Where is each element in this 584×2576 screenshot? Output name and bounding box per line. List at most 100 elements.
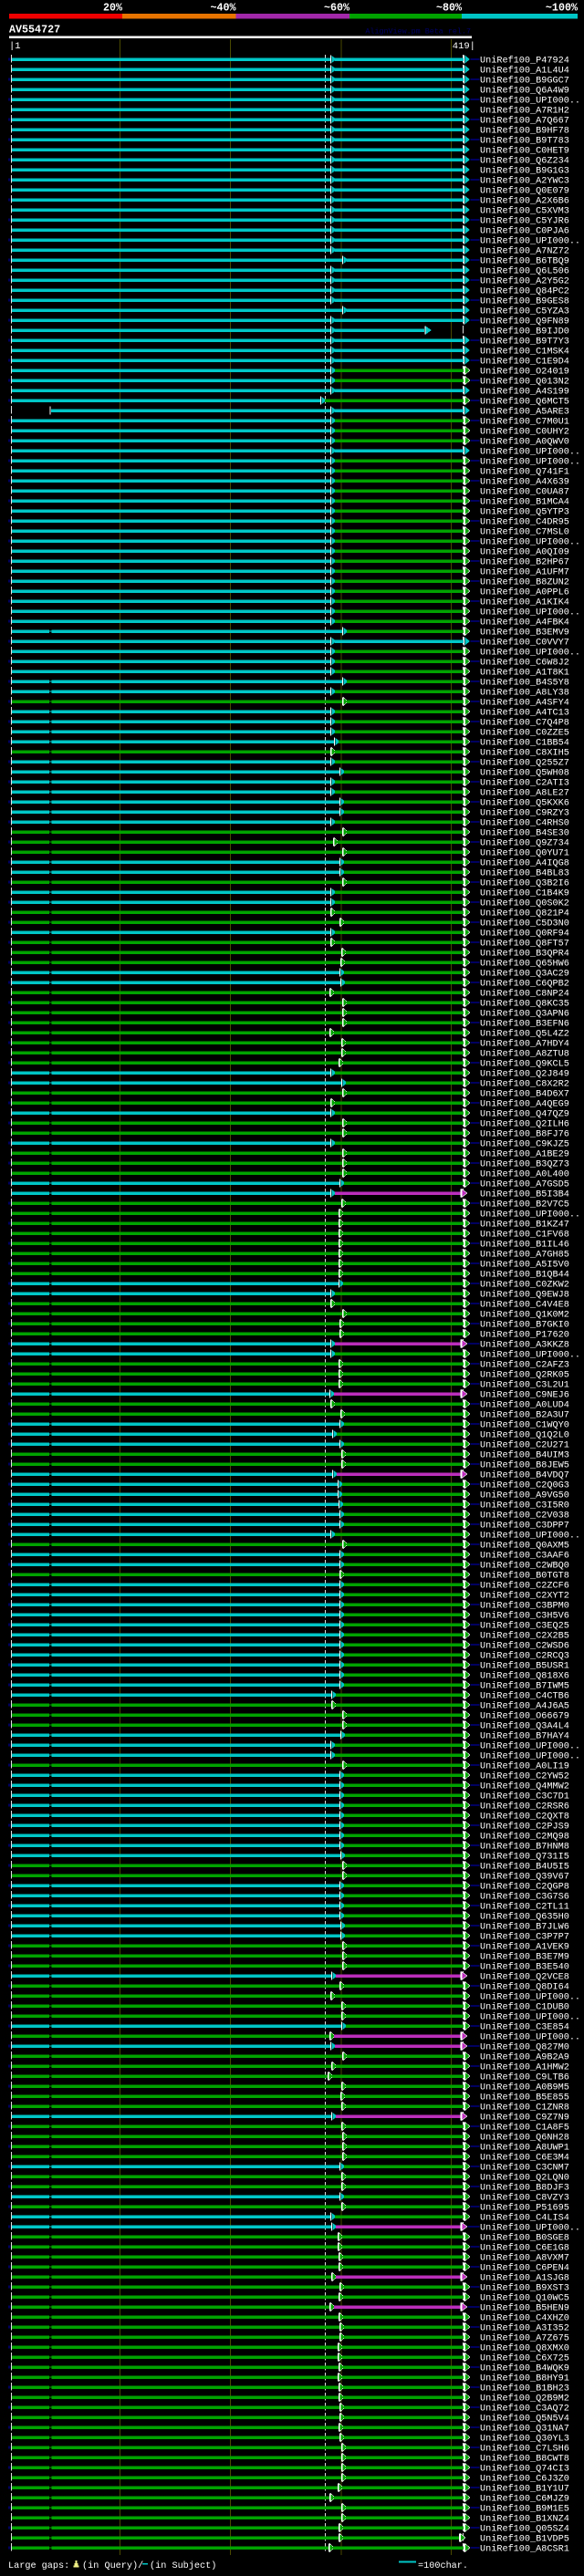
svg-text:UniRef100_A7R1H2: UniRef100_A7R1H2 [480,106,569,117]
svg-text:UniRef100_A2YWC3: UniRef100_A2YWC3 [480,176,569,187]
svg-text:UniRef100_Q2RK05: UniRef100_Q2RK05 [480,1370,569,1381]
svg-text:UniRef100_Q0S0K2: UniRef100_Q0S0K2 [480,898,569,909]
svg-text:UniRef100_C0UA87: UniRef100_C0UA87 [480,487,569,498]
svg-text:UniRef100_B4SE30: UniRef100_B4SE30 [480,828,569,839]
svg-text:Large gaps:: Large gaps: [8,2561,69,2571]
svg-text:UniRef100_B8HY91: UniRef100_B8HY91 [480,2373,569,2384]
svg-text:UniRef100_C9Z7N9: UniRef100_C9Z7N9 [480,2113,569,2124]
svg-text:UniRef100_Q84PC2: UniRef100_Q84PC2 [480,286,569,297]
svg-text:UniRef100_B1VDP5: UniRef100_B1VDP5 [480,2534,569,2545]
svg-text:UniRef100_B3E7M9: UniRef100_B3E7M9 [480,1952,569,1963]
svg-text:UniRef100_UPI000..: UniRef100_UPI000.. [480,1350,580,1361]
svg-text:UniRef100_A4FBK4: UniRef100_A4FBK4 [480,618,569,628]
svg-text:UniRef100_UPI000..: UniRef100_UPI000.. [480,1531,580,1542]
svg-text:UniRef100_A8LE27: UniRef100_A8LE27 [480,788,569,799]
svg-text:UniRef100_C2Q0G3: UniRef100_C2Q0G3 [480,1480,569,1491]
svg-text:UniRef100_C2ZCF6: UniRef100_C2ZCF6 [480,1581,569,1592]
svg-text:UniRef100_C3EQ25: UniRef100_C3EQ25 [480,1621,569,1632]
svg-text:UniRef100_C1WQY0: UniRef100_C1WQY0 [480,1420,569,1431]
svg-text:UniRef100_B6TBQ9: UniRef100_B6TBQ9 [480,256,569,267]
svg-text:UniRef100_C6QPB2: UniRef100_C6QPB2 [480,979,569,990]
svg-text:UniRef100_Q05SZ4: UniRef100_Q05SZ4 [480,2524,569,2535]
svg-text:UniRef100_B9T7Y3: UniRef100_B9T7Y3 [480,337,569,348]
svg-text:UniRef100_Q65HW6: UniRef100_Q65HW6 [480,959,569,970]
svg-text:UniRef100_C3E854: UniRef100_C3E854 [480,2022,569,2033]
svg-text:UniRef100_C2TL11: UniRef100_C2TL11 [480,1902,569,1913]
svg-text:UniRef100_A7HDY4: UniRef100_A7HDY4 [480,1039,569,1050]
svg-text:UniRef100_A1UFM7: UniRef100_A1UFM7 [480,567,569,578]
svg-text:UniRef100_B7IWM5: UniRef100_B7IWM5 [480,1681,569,1692]
svg-text:UniRef100_UPI000..: UniRef100_UPI000.. [480,648,580,659]
svg-text:UniRef100_A4S199: UniRef100_A4S199 [480,387,569,398]
svg-text:AlignView.pm Beta rel.7: AlignView.pm Beta rel.7 [365,27,471,36]
svg-text:UniRef100_A8LY38: UniRef100_A8LY38 [480,688,569,699]
svg-text:UniRef100_C6W8J2: UniRef100_C6W8J2 [480,658,569,669]
svg-text:UniRef100_Q4MMW2: UniRef100_Q4MMW2 [480,1781,569,1792]
svg-text:UniRef100_C8NP24: UniRef100_C8NP24 [480,989,569,1000]
svg-text:UniRef100_C6MJZ9: UniRef100_C6MJZ9 [480,2494,569,2505]
svg-text:UniRef100_C3DPP7: UniRef100_C3DPP7 [480,1521,569,1532]
svg-text:UniRef100_Q1K0M2: UniRef100_Q1K0M2 [480,1310,569,1321]
svg-text:UniRef100_A3I352: UniRef100_A3I352 [480,2323,569,2334]
svg-text:UniRef100_B9IJD0: UniRef100_B9IJD0 [480,327,569,338]
svg-text:UniRef100_Q9Z734: UniRef100_Q9Z734 [480,838,569,849]
svg-text:UniRef100_B9T783: UniRef100_B9T783 [480,136,569,147]
svg-text:UniRef100_A4J6A5: UniRef100_A4J6A5 [480,1701,569,1712]
svg-text:UniRef100_Q8KC35: UniRef100_Q8KC35 [480,999,569,1010]
svg-text:UniRef100_C3L2U1: UniRef100_C3L2U1 [480,1380,569,1391]
svg-text:UniRef100_B4UIM3: UniRef100_B4UIM3 [480,1450,569,1461]
svg-text:UniRef100_C5XVM3: UniRef100_C5XVM3 [480,206,569,217]
svg-text:UniRef100_B1KZ47: UniRef100_B1KZ47 [480,1220,569,1231]
svg-text:UniRef100_A1SJG8: UniRef100_A1SJG8 [480,2273,569,2284]
svg-text:20%: 20% [103,2,123,15]
svg-text:UniRef100_UPI000..: UniRef100_UPI000.. [480,457,580,468]
svg-text:UniRef100_Q821P4: UniRef100_Q821P4 [480,909,569,919]
svg-text:UniRef100_C1ZNR8: UniRef100_C1ZNR8 [480,2103,569,2114]
svg-text:UniRef100_C2AFZ3: UniRef100_C2AFZ3 [480,1360,569,1371]
svg-text:UniRef100_B3EFN6: UniRef100_B3EFN6 [480,1019,569,1030]
svg-text:UniRef100_C5D3N0: UniRef100_C5D3N0 [480,919,569,930]
svg-text:UniRef100_C1BB54: UniRef100_C1BB54 [480,738,569,749]
svg-text:UniRef100_C1MSK4: UniRef100_C1MSK4 [480,347,569,358]
svg-text:UniRef100_C7M0U1: UniRef100_C7M0U1 [480,417,569,428]
svg-text:UniRef100_A1HMW2: UniRef100_A1HMW2 [480,2062,569,2073]
svg-text:UniRef100_A0B9M5: UniRef100_A0B9M5 [480,2083,569,2093]
svg-text:UniRef100_C7MSL0: UniRef100_C7MSL0 [480,527,569,538]
svg-text:UniRef100_P47924: UniRef100_P47924 [480,56,569,67]
svg-text:UniRef100_C7Q4P8: UniRef100_C7Q4P8 [480,718,569,729]
svg-text:UniRef100_Q8FT57: UniRef100_Q8FT57 [480,939,569,950]
svg-text:UniRef100_Q013N2: UniRef100_Q013N2 [480,377,569,388]
svg-text:UniRef100_Q10WC5: UniRef100_Q10WC5 [480,2293,569,2304]
svg-text:UniRef100_Q30YL3: UniRef100_Q30YL3 [480,2434,569,2445]
svg-text:UniRef100_A9B2A9: UniRef100_A9B2A9 [480,2052,569,2063]
svg-text:UniRef100_Q8DI64: UniRef100_Q8DI64 [480,1982,569,1993]
svg-text:UniRef100_C3BPM0: UniRef100_C3BPM0 [480,1601,569,1612]
svg-text:UniRef100_Q5L4Z2: UniRef100_Q5L4Z2 [480,1029,569,1040]
svg-text:UniRef100_Q9FN89: UniRef100_Q9FN89 [480,317,569,327]
svg-text:UniRef100_B9GES8: UniRef100_B9GES8 [480,296,569,307]
svg-text:UniRef100_B8DJF3: UniRef100_B8DJF3 [480,2183,569,2194]
svg-text:419|: 419| [453,41,475,52]
svg-text:UniRef100_Q0E079: UniRef100_Q0E079 [480,186,569,197]
svg-text:UniRef100_UPI000..: UniRef100_UPI000.. [480,1210,580,1220]
svg-text:UniRef100_C1DUB0: UniRef100_C1DUB0 [480,2002,569,2013]
svg-text:UniRef100_C1E9D4: UniRef100_C1E9D4 [480,357,569,368]
svg-text:UniRef100_Q9KCL5: UniRef100_Q9KCL5 [480,1059,569,1070]
svg-text:UniRef100_Q5N5V4: UniRef100_Q5N5V4 [480,2414,569,2425]
svg-text:UniRef100_C4DR95: UniRef100_C4DR95 [480,517,569,528]
svg-text:UniRef100_Q255Z7: UniRef100_Q255Z7 [480,758,569,769]
svg-text:UniRef100_C4RHS0: UniRef100_C4RHS0 [480,818,569,829]
svg-text:UniRef100_C2U271: UniRef100_C2U271 [480,1440,569,1451]
svg-text:UniRef100_Q5WH08: UniRef100_Q5WH08 [480,768,569,779]
svg-text:UniRef100_A9VG50: UniRef100_A9VG50 [480,1491,569,1501]
svg-text:UniRef100_Q0YU71: UniRef100_Q0YU71 [480,848,569,859]
svg-text:UniRef100_Q2VCE8: UniRef100_Q2VCE8 [480,1972,569,1983]
svg-text:UniRef100_P51695: UniRef100_P51695 [480,2203,569,2214]
svg-text:UniRef100_O66679: UniRef100_O66679 [480,1711,569,1722]
svg-text:UniRef100_B4D6X7: UniRef100_B4D6X7 [480,1089,569,1100]
svg-text:UniRef100_Q0RF94: UniRef100_Q0RF94 [480,929,569,940]
svg-text:UniRef100_B2A3U7: UniRef100_B2A3U7 [480,1410,569,1421]
svg-text:UniRef100_Q5YTP3: UniRef100_Q5YTP3 [480,507,569,518]
svg-text:UniRef100_B5USR1: UniRef100_B5USR1 [480,1661,569,1672]
svg-text:AV554727: AV554727 [9,24,60,36]
